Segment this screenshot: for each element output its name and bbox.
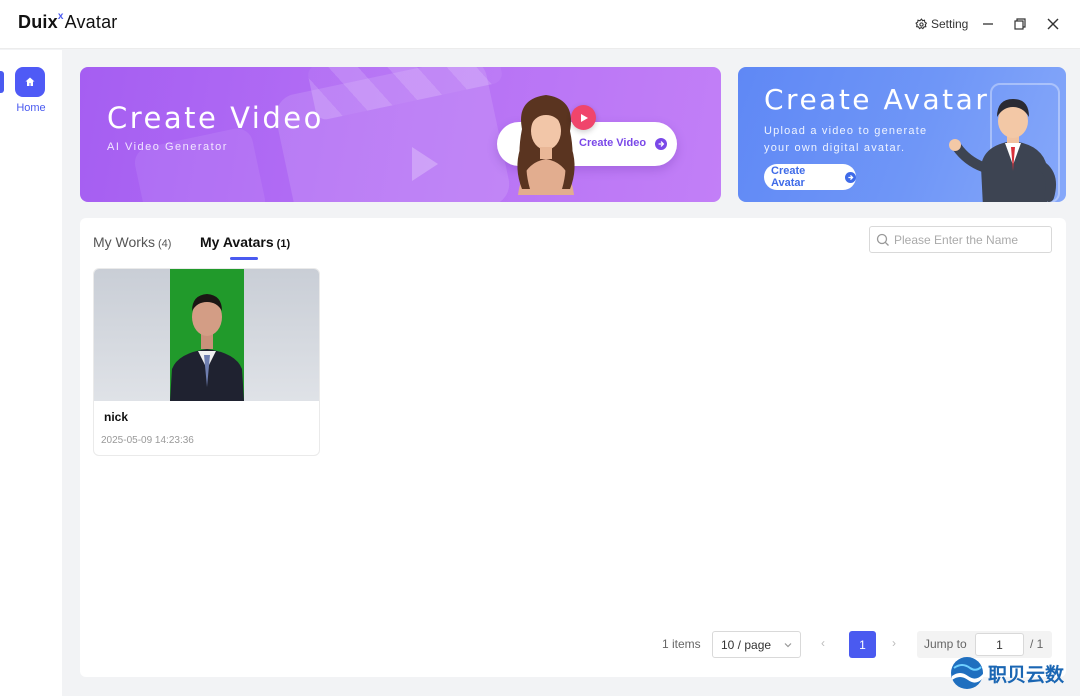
restore-button[interactable] bbox=[1010, 14, 1030, 34]
app-title-mark: x bbox=[57, 11, 64, 22]
minimize-button[interactable] bbox=[978, 14, 998, 34]
play-decoration-icon bbox=[412, 147, 438, 181]
avatar-name: nick bbox=[104, 410, 129, 424]
total-pages-label: / 1 bbox=[1030, 637, 1044, 651]
restore-icon bbox=[1014, 18, 1026, 30]
content-panel: My Works(4) My Avatars(1) nick 2025 bbox=[80, 218, 1066, 677]
close-button[interactable] bbox=[1043, 14, 1063, 34]
tab-label: My Avatars bbox=[200, 234, 274, 250]
search-icon bbox=[876, 233, 889, 246]
search-input[interactable] bbox=[894, 229, 1049, 250]
sidebar-item-home[interactable] bbox=[15, 67, 45, 97]
app-logo: DuixxAvatar bbox=[18, 11, 118, 33]
app-title-prefix: Duix bbox=[18, 12, 58, 32]
watermark-text: 职贝云数 bbox=[988, 663, 1065, 686]
jump-to-page: Jump to / 1 bbox=[917, 631, 1052, 658]
create-avatar-banner[interactable]: Create Avatar Upload a video to generate… bbox=[738, 67, 1066, 202]
title-bar: DuixxAvatar Setting bbox=[0, 0, 1080, 49]
create-avatar-button-label: Create Avatar bbox=[771, 165, 806, 189]
next-page-button[interactable]: › bbox=[892, 636, 896, 650]
close-icon bbox=[1047, 18, 1059, 30]
avatar-card[interactable]: nick 2025-05-09 14:23:36 bbox=[93, 268, 320, 456]
sidebar-item-label[interactable]: Home bbox=[0, 102, 62, 114]
avatar-photo bbox=[170, 269, 244, 401]
active-tab-indicator bbox=[230, 257, 258, 260]
chevron-down-icon bbox=[784, 643, 792, 648]
pagination-total: 1 items bbox=[662, 637, 701, 651]
gear-icon bbox=[915, 17, 928, 29]
prev-page-button[interactable]: ‹ bbox=[821, 636, 825, 650]
app-title-suffix: Avatar bbox=[64, 12, 118, 32]
tab-label: My Works bbox=[93, 234, 155, 250]
create-video-banner[interactable]: Create Video AI Video Generator Create V… bbox=[80, 67, 721, 202]
jump-to-label: Jump to bbox=[924, 637, 967, 651]
minimize-icon bbox=[983, 23, 993, 25]
create-avatar-button[interactable]: Create Avatar bbox=[764, 164, 856, 190]
clapper-decoration bbox=[131, 125, 269, 202]
page-size-label: 10 / page bbox=[721, 638, 772, 652]
avatar-created-date: 2025-05-09 14:23:36 bbox=[101, 435, 194, 446]
watermark: 职贝云数 bbox=[950, 655, 1078, 691]
jump-to-input[interactable] bbox=[975, 633, 1024, 656]
create-avatar-subtitle: Upload a video to generate your own digi… bbox=[764, 125, 928, 154]
arrow-right-icon bbox=[655, 138, 667, 150]
page-number-button[interactable]: 1 bbox=[849, 631, 876, 658]
watermark-logo-icon bbox=[951, 657, 983, 689]
avatar-thumbnail bbox=[94, 269, 319, 401]
play-icon bbox=[571, 105, 596, 130]
arrow-right-icon bbox=[845, 171, 856, 183]
tab-my-works[interactable]: My Works (4) bbox=[93, 234, 171, 250]
setting-label: Setting bbox=[931, 17, 969, 31]
person-portrait-image bbox=[170, 294, 244, 401]
sidebar-active-indicator bbox=[0, 71, 4, 93]
search-box[interactable] bbox=[869, 226, 1052, 253]
create-avatar-title: Create Avatar bbox=[764, 83, 990, 116]
woman-portrait-illustration bbox=[517, 95, 575, 195]
home-icon bbox=[25, 77, 35, 86]
create-video-title: Create Video bbox=[107, 101, 324, 135]
tab-my-avatars[interactable]: My Avatars (1) bbox=[200, 234, 290, 250]
setting-button[interactable]: Setting bbox=[915, 17, 968, 31]
tab-count: (4) bbox=[157, 238, 172, 250]
create-video-button-label: Create Video bbox=[579, 137, 647, 149]
tab-count: (1) bbox=[276, 238, 291, 250]
create-video-subtitle: AI Video Generator bbox=[107, 141, 228, 153]
sidebar: Home bbox=[0, 50, 62, 696]
page-size-select[interactable]: 10 / page bbox=[712, 631, 801, 658]
